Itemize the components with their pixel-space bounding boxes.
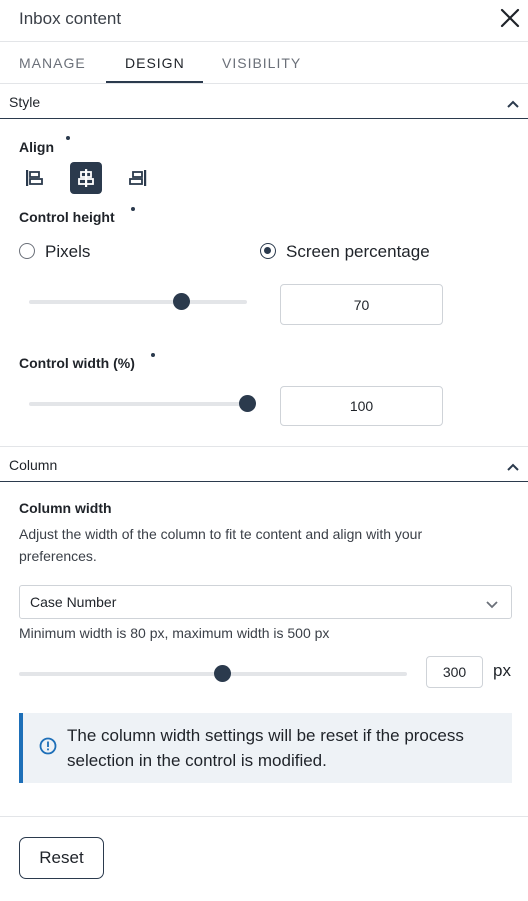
column-width-range-hint: Minimum width is 80 px, maximum width is…	[19, 625, 330, 641]
control-height-slider-thumb[interactable]	[173, 293, 191, 310]
column-width-description: Adjust the width of the column to fit te…	[19, 526, 423, 564]
control-width-slider-thumb[interactable]	[238, 395, 256, 412]
align-center-icon	[78, 169, 94, 187]
required-dot	[66, 136, 70, 140]
radio-pixels[interactable]	[19, 243, 35, 259]
required-dot	[131, 207, 135, 211]
column-width-unit: px	[493, 661, 511, 680]
control-height-label: Control height	[19, 209, 115, 225]
chevron-down-icon	[485, 597, 499, 609]
column-section-title: Column	[9, 457, 58, 473]
close-icon[interactable]	[498, 6, 522, 30]
panel-title: Inbox content	[19, 9, 122, 28]
required-dot	[151, 353, 155, 357]
align-center-button[interactable]	[70, 162, 102, 194]
chevron-up-icon[interactable]	[506, 96, 520, 108]
align-right-icon	[129, 170, 147, 186]
column-width-slider-thumb[interactable]	[213, 665, 231, 682]
column-section-underline	[0, 481, 528, 482]
header-divider	[0, 41, 528, 42]
column-select[interactable]: Case Number	[19, 585, 512, 619]
tab-design[interactable]: DESIGN	[125, 55, 185, 71]
style-section-header[interactable]: Style	[0, 84, 528, 118]
align-right-button[interactable]	[122, 162, 154, 194]
tab-visibility[interactable]: VISIBILITY	[222, 55, 301, 71]
radio-screen-percentage[interactable]	[260, 243, 276, 259]
tab-manage[interactable]: MANAGE	[19, 55, 86, 71]
info-icon	[39, 737, 57, 755]
column-width-input[interactable]: 300	[426, 656, 483, 688]
style-section-underline	[0, 118, 528, 119]
align-label: Align	[19, 139, 54, 155]
footer-divider	[0, 816, 528, 817]
align-left-icon	[26, 170, 43, 186]
control-width-label: Control width (%)	[19, 355, 135, 371]
style-section-title: Style	[9, 94, 41, 110]
control-width-slider-track[interactable]	[29, 402, 247, 406]
control-height-input[interactable]: 70	[280, 284, 443, 325]
info-message: The column width settings will be reset …	[67, 726, 464, 770]
radio-pixels-label: Pixels	[45, 242, 91, 261]
align-left-button[interactable]	[18, 162, 50, 194]
radio-screen-percentage-label: Screen percentage	[286, 242, 430, 261]
chevron-up-icon[interactable]	[506, 459, 520, 471]
reset-button[interactable]: Reset	[19, 837, 104, 879]
column-section-header[interactable]: Column	[0, 447, 528, 481]
column-select-value: Case Number	[30, 594, 117, 610]
control-height-slider-track[interactable]	[29, 300, 247, 304]
column-width-label: Column width	[19, 500, 112, 516]
control-width-input[interactable]: 100	[280, 386, 443, 426]
info-banner: The column width settings will be reset …	[19, 713, 512, 783]
